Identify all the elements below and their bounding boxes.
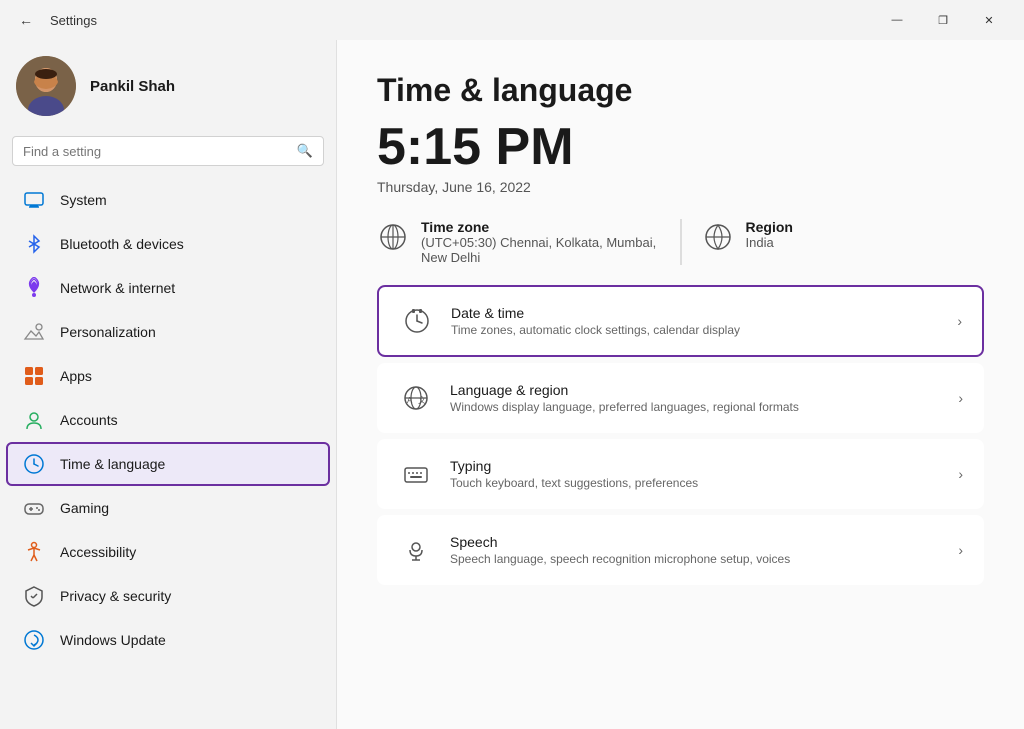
maximize-button[interactable]: ❐ (920, 4, 966, 36)
timezone-icon (377, 221, 409, 253)
close-button[interactable]: ✕ (966, 4, 1012, 36)
nav-label-apps: Apps (60, 368, 92, 384)
search-container: 🔍 (0, 136, 336, 178)
sidebar-item-accessibility[interactable]: Accessibility (6, 530, 330, 574)
speech-icon (398, 532, 434, 568)
title-bar: ← Settings — ❐ ✕ (0, 0, 1024, 40)
sidebar-item-apps[interactable]: Apps (6, 354, 330, 398)
chevron-right-icon: › (957, 313, 962, 329)
apps-icon (22, 364, 46, 388)
nav-label-accessibility: Accessibility (60, 544, 136, 560)
search-icon: 🔍 (297, 143, 313, 159)
region-card: Region India (702, 219, 985, 265)
time-icon (22, 452, 46, 476)
typing-desc: Touch keyboard, text suggestions, prefer… (450, 476, 942, 490)
page-title: Time & language (377, 72, 984, 109)
nav-label-time-language: Time & language (60, 456, 165, 472)
sidebar-item-privacy-security[interactable]: Privacy & security (6, 574, 330, 618)
nav-label-gaming: Gaming (60, 500, 109, 516)
current-date: Thursday, June 16, 2022 (377, 179, 984, 195)
region-text: Region India (746, 219, 793, 250)
settings-item-typing[interactable]: Typing Touch keyboard, text suggestions,… (377, 439, 984, 509)
privacy-icon (22, 584, 46, 608)
date-time-title: Date & time (451, 305, 941, 321)
title-bar-title: Settings (50, 13, 97, 28)
back-button[interactable]: ← (12, 6, 40, 34)
region-value: India (746, 235, 793, 250)
language-region-desc: Windows display language, preferred lang… (450, 400, 942, 414)
current-time: 5:15 PM (377, 117, 984, 177)
network-icon (22, 276, 46, 300)
sidebar-item-windows-update[interactable]: Windows Update (6, 618, 330, 662)
svg-text:A: A (407, 396, 413, 405)
title-bar-left: ← Settings (12, 6, 97, 34)
search-input[interactable] (23, 144, 289, 159)
nav-label-network: Network & internet (60, 280, 175, 296)
chevron-right-icon: › (958, 390, 963, 406)
sidebar-item-network[interactable]: Network & internet (6, 266, 330, 310)
timezone-card: Time zone (UTC+05:30) Chennai, Kolkata, … (377, 219, 660, 265)
content-area: Time & language 5:15 PM Thursday, June 1… (336, 40, 1024, 729)
nav-list: System Bluetooth & devices Network & int… (0, 178, 336, 662)
date-time-text: Date & time Time zones, automatic clock … (451, 305, 941, 337)
language-region-icon: A文 (398, 380, 434, 416)
sidebar-item-accounts[interactable]: Accounts (6, 398, 330, 442)
typing-title: Typing (450, 458, 942, 474)
main-layout: Pankil Shah 🔍 System Bluetooth & devices… (0, 40, 1024, 729)
sidebar-item-system[interactable]: System (6, 178, 330, 222)
settings-list: Date & time Time zones, automatic clock … (377, 285, 984, 585)
sidebar-item-bluetooth[interactable]: Bluetooth & devices (6, 222, 330, 266)
region-icon (702, 221, 734, 253)
update-icon (22, 628, 46, 652)
date-time-desc: Time zones, automatic clock settings, ca… (451, 323, 941, 337)
gaming-icon (22, 496, 46, 520)
nav-label-bluetooth: Bluetooth & devices (60, 236, 184, 252)
bluetooth-icon (22, 232, 46, 256)
chevron-right-icon: › (958, 542, 963, 558)
nav-label-windows-update: Windows Update (60, 632, 166, 648)
personalization-icon (22, 320, 46, 344)
typing-text: Typing Touch keyboard, text suggestions,… (450, 458, 942, 490)
nav-label-personalization: Personalization (60, 324, 156, 340)
timezone-label: Time zone (421, 219, 660, 235)
user-profile[interactable]: Pankil Shah (0, 40, 336, 136)
svg-text:文: 文 (418, 395, 426, 405)
settings-item-language-region[interactable]: A文 Language & region Windows display lan… (377, 363, 984, 433)
settings-item-speech[interactable]: Speech Speech language, speech recogniti… (377, 515, 984, 585)
nav-label-system: System (60, 192, 107, 208)
sidebar-item-gaming[interactable]: Gaming (6, 486, 330, 530)
date-time-icon (399, 303, 435, 339)
accounts-icon (22, 408, 46, 432)
sidebar: Pankil Shah 🔍 System Bluetooth & devices… (0, 40, 336, 729)
settings-item-date-time[interactable]: Date & time Time zones, automatic clock … (377, 285, 984, 357)
timezone-text: Time zone (UTC+05:30) Chennai, Kolkata, … (421, 219, 660, 265)
language-region-text: Language & region Windows display langua… (450, 382, 942, 414)
info-row: Time zone (UTC+05:30) Chennai, Kolkata, … (377, 219, 984, 265)
search-box[interactable]: 🔍 (12, 136, 324, 166)
timezone-value: (UTC+05:30) Chennai, Kolkata, Mumbai, Ne… (421, 235, 660, 265)
sidebar-item-time-language[interactable]: Time & language (6, 442, 330, 486)
user-name: Pankil Shah (90, 78, 175, 95)
nav-label-privacy-security: Privacy & security (60, 588, 171, 604)
speech-text: Speech Speech language, speech recogniti… (450, 534, 942, 566)
sidebar-item-personalization[interactable]: Personalization (6, 310, 330, 354)
speech-title: Speech (450, 534, 942, 550)
nav-label-accounts: Accounts (60, 412, 118, 428)
avatar (16, 56, 76, 116)
chevron-right-icon: › (958, 466, 963, 482)
region-label: Region (746, 219, 793, 235)
system-icon (22, 188, 46, 212)
minimize-button[interactable]: — (874, 4, 920, 36)
speech-desc: Speech language, speech recognition micr… (450, 552, 942, 566)
typing-icon (398, 456, 434, 492)
language-region-title: Language & region (450, 382, 942, 398)
window-controls: — ❐ ✕ (874, 4, 1012, 36)
accessibility-icon (22, 540, 46, 564)
